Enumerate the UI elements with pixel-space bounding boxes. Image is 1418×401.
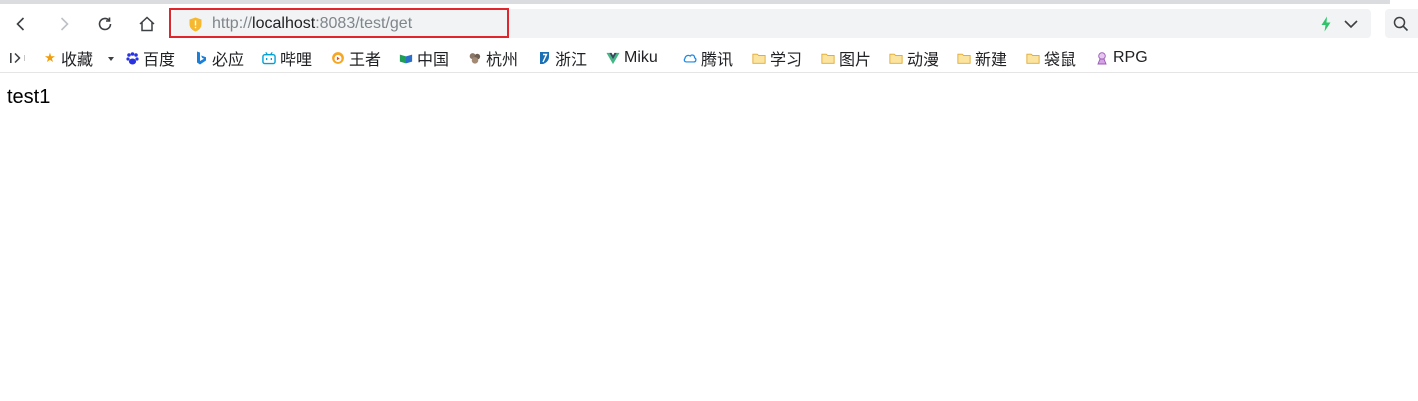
sidebar-toggle-icon[interactable]: [8, 50, 28, 66]
bookmark-label: 学习: [770, 52, 803, 69]
bookmark-baidu[interactable]: 百度: [125, 47, 180, 69]
bookmark-favorites[interactable]: ★ 收藏: [43, 47, 94, 70]
flag-icon: [399, 51, 413, 65]
back-button[interactable]: [5, 8, 37, 40]
reload-button[interactable]: [89, 8, 121, 40]
bookmark-label: 必应: [212, 52, 245, 69]
site-icon: [537, 51, 551, 65]
bookmark-folder-tupian[interactable]: 图片: [821, 47, 879, 69]
bookmark-folder-daishu[interactable]: 袋鼠: [1026, 47, 1086, 69]
caret-down-icon[interactable]: [108, 57, 114, 61]
bookmark-tengxun[interactable]: 腾讯: [683, 47, 739, 69]
bookmark-label: 杭州: [486, 52, 519, 69]
folder-icon: [821, 51, 835, 65]
search-icon: [1393, 16, 1409, 32]
bookmark-folder-xinjian[interactable]: 新建: [957, 47, 1013, 69]
back-arrow-icon: [16, 17, 25, 31]
bookmark-label: Miku: [624, 49, 658, 66]
folder-icon: [752, 51, 766, 65]
bookmark-bing[interactable]: 必应: [194, 47, 252, 69]
lightning-icon[interactable]: [1320, 16, 1332, 32]
baidu-icon: [125, 51, 139, 65]
reload-icon: [98, 17, 112, 31]
star-icon: ★: [44, 50, 56, 65]
url-scheme: http://: [212, 15, 253, 32]
folder-icon: [889, 51, 903, 65]
bookmark-label: 哔哩: [280, 52, 313, 69]
bookmark-label: 腾讯: [701, 52, 734, 69]
forward-arrow-icon: [60, 17, 69, 31]
folder-icon: [1026, 51, 1040, 65]
bookmark-folder-xuexi[interactable]: 学习: [752, 47, 808, 69]
bookmark-zhejiang[interactable]: 浙江: [537, 47, 592, 69]
bookmark-label: 动漫: [907, 52, 940, 69]
home-icon: [139, 16, 155, 32]
bookmark-rpg[interactable]: RPG: [1095, 47, 1155, 69]
bookmark-label: 王者: [349, 52, 382, 69]
bookmarks-bar: ★ 收藏 百度 必应 哔哩 王者 中国 杭州 浙江 Miku 腾讯 学习 图片 …: [0, 44, 1418, 73]
chevron-down-icon[interactable]: [1343, 17, 1359, 31]
site-icon: [468, 51, 482, 65]
bookmark-miku[interactable]: Miku: [606, 47, 670, 69]
bookmark-label: RPG: [1113, 49, 1148, 66]
bookmark-label: 收藏: [61, 52, 94, 69]
bookmark-zhongguo[interactable]: 中国: [399, 47, 455, 69]
browser-toolbar: http://localhost:8083/test/get: [0, 6, 1418, 42]
bookmark-label: 浙江: [555, 52, 588, 69]
bookmark-wangzhe[interactable]: 王者: [331, 47, 386, 69]
rpg-icon: [1095, 51, 1109, 65]
bilibili-icon: [262, 51, 276, 65]
vue-icon: [606, 51, 620, 65]
shield-warning-icon[interactable]: [189, 17, 202, 32]
bookmark-label: 百度: [143, 52, 176, 69]
bookmark-hangzhou[interactable]: 杭州: [468, 47, 523, 69]
bookmark-label: 袋鼠: [1044, 52, 1077, 69]
url-host: localhost: [252, 15, 316, 32]
page-body-text: test1: [7, 86, 51, 108]
url-path: :8083/test/get: [315, 15, 413, 32]
folder-icon: [957, 51, 971, 65]
cloud-icon: [683, 51, 697, 65]
address-url[interactable]: http://localhost:8083/test/get: [212, 14, 412, 34]
bookmark-folder-dongman[interactable]: 动漫: [889, 47, 949, 69]
game-icon: [331, 51, 345, 65]
search-button[interactable]: [1385, 9, 1418, 38]
bookmark-label: 新建: [975, 52, 1008, 69]
bing-icon: [194, 51, 208, 65]
bookmark-bilibili[interactable]: 哔哩: [262, 47, 318, 69]
bookmark-label: 图片: [839, 52, 872, 69]
forward-button[interactable]: [48, 8, 80, 40]
bookmark-label: 中国: [417, 52, 450, 69]
home-button[interactable]: [131, 8, 163, 40]
